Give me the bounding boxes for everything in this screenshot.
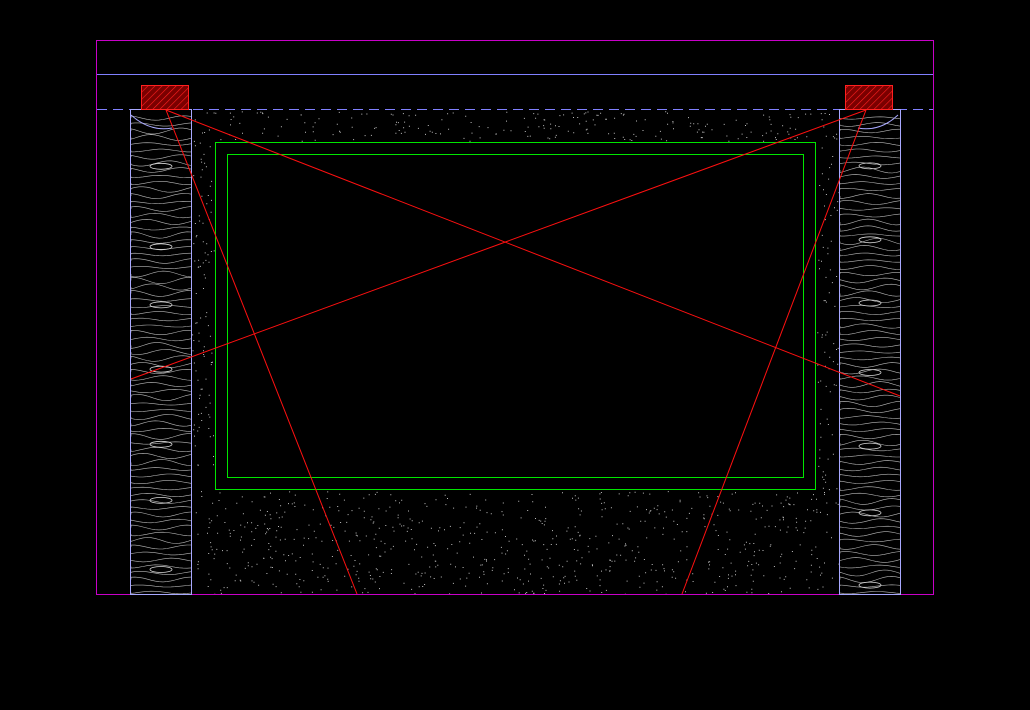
wood-knot xyxy=(149,301,173,309)
right-wood-column-grain xyxy=(840,116,900,594)
panel-outer-frame xyxy=(215,142,816,490)
left-wood-column-grain xyxy=(131,115,191,595)
wood-knot xyxy=(149,566,173,573)
right-hatched-block xyxy=(845,85,893,110)
wood-knot xyxy=(858,442,882,450)
wood-grain-lines xyxy=(131,115,191,595)
wood-knot xyxy=(858,299,882,307)
cad-elevation-drawing xyxy=(96,40,934,595)
wood-knot xyxy=(858,581,882,589)
wood-knot xyxy=(149,162,173,170)
wood-knot xyxy=(149,440,173,448)
wood-grain-lines xyxy=(840,116,900,594)
wood-knot xyxy=(149,243,173,251)
left-hatched-block xyxy=(141,85,189,110)
